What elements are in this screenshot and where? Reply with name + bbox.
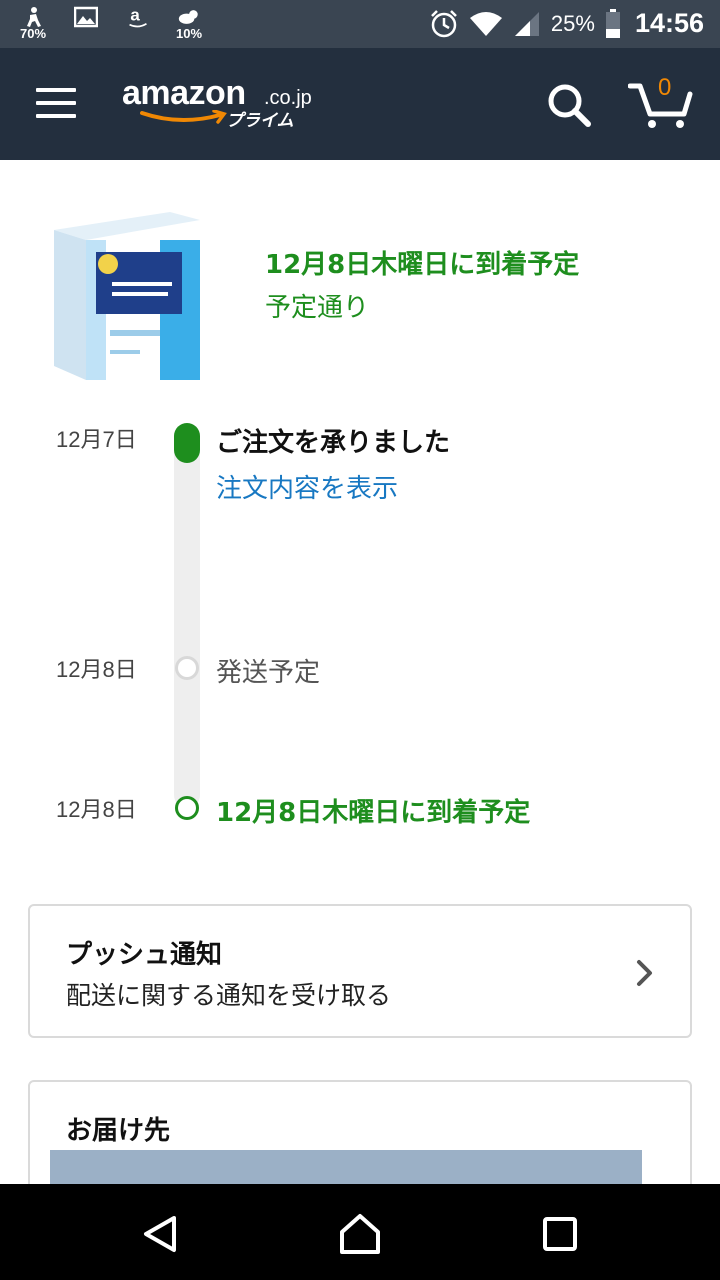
chevron-right-icon	[637, 960, 652, 986]
timeline-step-ordered: ご注文を承りました	[216, 428, 451, 458]
timeline-date: 12月8日	[56, 657, 137, 682]
weather-icon: 10%	[174, 6, 208, 42]
wifi-icon	[469, 11, 502, 36]
system-nav-bar	[0, 1184, 720, 1280]
clock: 14:56	[634, 8, 704, 38]
weather-percent: 10%	[176, 26, 203, 41]
cart-button[interactable]: 0	[627, 74, 694, 130]
notification-percent: 70%	[20, 26, 47, 41]
home-icon[interactable]	[338, 1212, 382, 1256]
hamburger-menu-icon[interactable]	[36, 88, 76, 118]
status-left-icons: 70% a 10%	[18, 6, 208, 42]
redacted-address	[50, 1150, 642, 1184]
timeline-track	[174, 424, 200, 808]
cart-count: 0	[658, 74, 672, 101]
shipping-address-card[interactable]: お届け先	[28, 1080, 692, 1184]
push-card-title: プッシュ通知	[66, 940, 223, 970]
svg-text:a: a	[130, 6, 140, 24]
amazon-logo[interactable]: amazon .co.jp プライム	[122, 74, 322, 138]
timeline-step-arrival: 12月8日木曜日に到着予定	[216, 798, 531, 828]
signal-icon	[514, 11, 539, 36]
address-card-title: お届け先	[66, 1116, 171, 1146]
delivery-title: 12月8日木曜日に到着予定	[265, 250, 580, 280]
delivery-status: 予定通り	[265, 293, 370, 323]
amazon-a-icon: a	[122, 6, 156, 42]
search-icon[interactable]	[546, 82, 592, 128]
order-tracking-content: 12月8日木曜日に到着予定 予定通り 12月7日 ご注文を承りました 注文内容を…	[0, 160, 720, 1184]
timeline-dot-pending	[175, 656, 199, 680]
timeline-dot-expected	[175, 796, 199, 820]
timeline-step-shipping: 発送予定	[216, 658, 321, 688]
battery-text: 25%	[550, 10, 595, 36]
timeline-date: 12月8日	[56, 797, 137, 822]
delivery-summary: 12月8日木曜日に到着予定 予定通り	[265, 244, 579, 324]
push-card-subtitle: 配送に関する通知を受け取る	[66, 981, 392, 1010]
app-header: amazon .co.jp プライム 0	[0, 48, 720, 160]
status-right-icons: 25% 14:56	[429, 8, 704, 39]
image-icon	[70, 6, 104, 42]
timeline-date: 12月7日	[56, 427, 137, 452]
back-icon[interactable]	[140, 1214, 180, 1254]
recent-apps-icon[interactable]	[542, 1216, 578, 1252]
view-order-details-link[interactable]: 注文内容を表示	[216, 468, 398, 505]
push-notification-card[interactable]: プッシュ通知 配送に関する通知を受け取る	[28, 904, 692, 1038]
smile-arrow-icon	[140, 110, 227, 124]
alarm-icon	[431, 9, 457, 37]
timeline-dot-completed	[174, 423, 200, 463]
battery-icon	[605, 8, 620, 38]
notification-person-icon: 70%	[18, 6, 52, 42]
product-image[interactable]	[50, 190, 204, 380]
status-bar: 70% a 10% 25% 14:56	[0, 0, 720, 48]
brand-prime: プライム	[226, 111, 294, 131]
